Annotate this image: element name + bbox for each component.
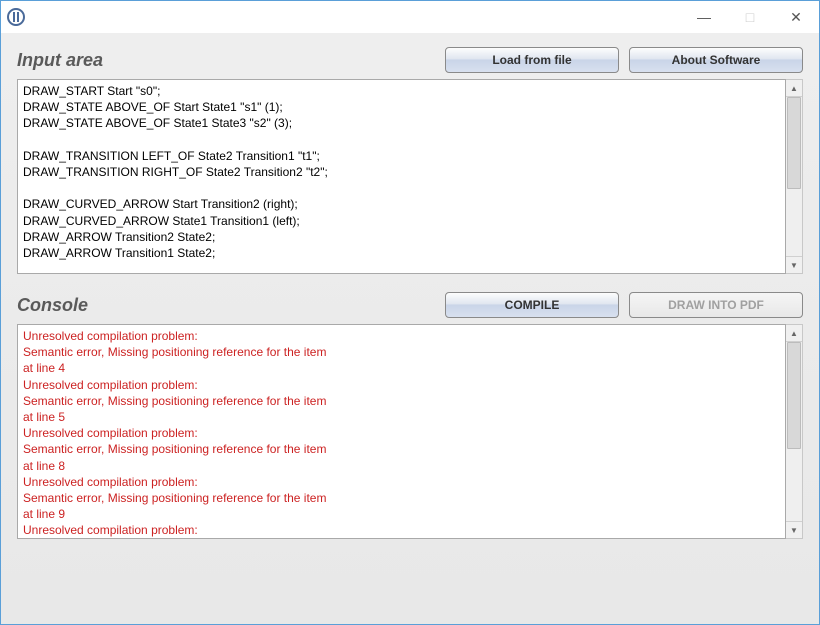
scroll-track[interactable] — [786, 342, 802, 521]
console-header: Console COMPILE DRAW INTO PDF — [17, 292, 803, 318]
scroll-thumb[interactable] — [787, 97, 801, 189]
input-header: Input area Load from file About Software — [17, 47, 803, 73]
console-line: at line 5 — [23, 409, 780, 425]
minimize-button[interactable]: — — [681, 1, 727, 33]
console-line: at line 8 — [23, 458, 780, 474]
input-code-area[interactable]: DRAW_START Start "s0"; DRAW_STATE ABOVE_… — [17, 79, 786, 274]
console-line: Unresolved compilation problem: — [23, 522, 780, 538]
console-output[interactable]: Unresolved compilation problem:Semantic … — [17, 324, 786, 539]
input-area-title: Input area — [17, 50, 103, 71]
close-button[interactable]: ✕ — [773, 1, 819, 33]
scroll-up-icon[interactable]: ▲ — [786, 80, 802, 97]
titlebar: — □ ✕ — [1, 1, 819, 33]
console-line: Semantic error, Missing positioning refe… — [23, 490, 780, 506]
scroll-up-icon[interactable]: ▲ — [786, 325, 802, 342]
draw-into-pdf-button: DRAW INTO PDF — [629, 292, 803, 318]
console-line: Unresolved compilation problem: — [23, 328, 780, 344]
client-area: Input area Load from file About Software… — [1, 33, 819, 624]
console-title: Console — [17, 295, 88, 316]
compile-button[interactable]: COMPILE — [445, 292, 619, 318]
console-panel-wrap: Unresolved compilation problem:Semantic … — [17, 324, 803, 539]
scroll-down-icon[interactable]: ▼ — [786, 256, 802, 273]
app-window: — □ ✕ Input area Load from file About So… — [0, 0, 820, 625]
console-line: at line 4 — [23, 360, 780, 376]
about-software-button[interactable]: About Software — [629, 47, 803, 73]
app-icon — [7, 8, 25, 26]
maximize-button[interactable]: □ — [727, 1, 773, 33]
console-line: Unresolved compilation problem: — [23, 425, 780, 441]
console-line: Unresolved compilation problem: — [23, 377, 780, 393]
scroll-thumb[interactable] — [787, 342, 801, 449]
console-line: at line 9 — [23, 506, 780, 522]
console-line: Semantic error, Missing positioning refe… — [23, 393, 780, 409]
console-line: Semantic error, Missing positioning refe… — [23, 344, 780, 360]
scroll-down-icon[interactable]: ▼ — [786, 521, 802, 538]
input-panel-wrap: DRAW_START Start "s0"; DRAW_STATE ABOVE_… — [17, 79, 803, 274]
window-controls: — □ ✕ — [681, 1, 819, 33]
console-scrollbar[interactable]: ▲ ▼ — [786, 324, 803, 539]
load-from-file-button[interactable]: Load from file — [445, 47, 619, 73]
input-scrollbar[interactable]: ▲ ▼ — [786, 79, 803, 274]
scroll-track[interactable] — [786, 97, 802, 256]
console-line: Semantic error, Missing positioning refe… — [23, 441, 780, 457]
console-line: Unresolved compilation problem: — [23, 474, 780, 490]
